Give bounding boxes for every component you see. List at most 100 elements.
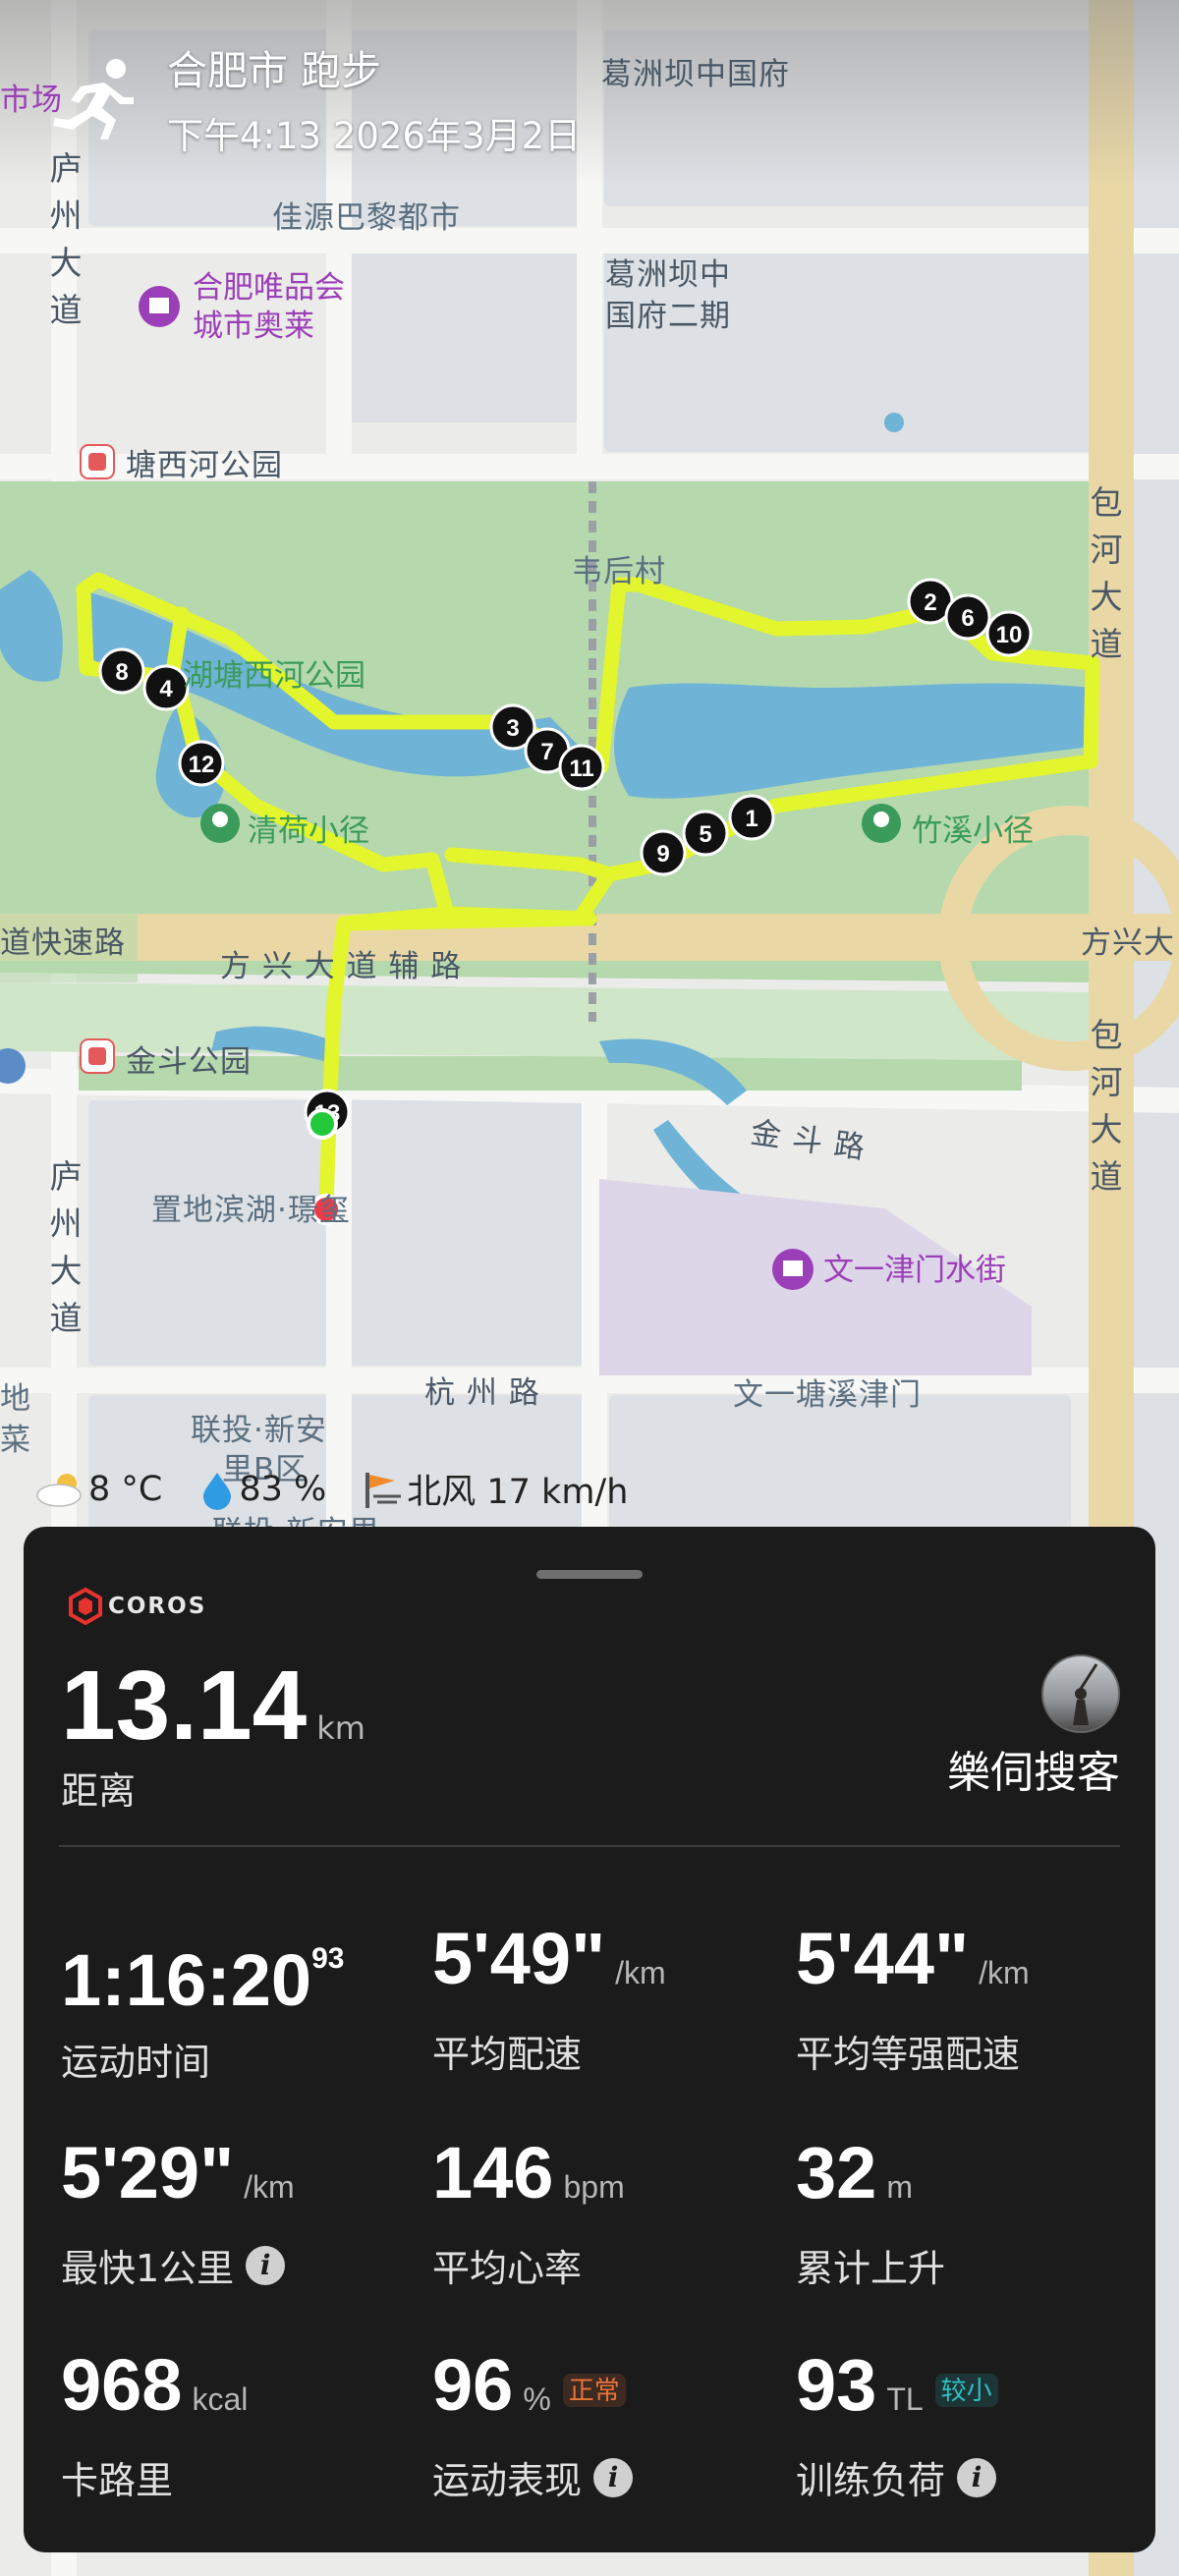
map-label-luzhou-bottom: 庐州大道: [49, 1157, 83, 1337]
map-label-baohe-top: 包河大道: [1090, 483, 1123, 663]
km-marker-5: 5: [682, 810, 729, 857]
stat-fastest-km-label: 最快1公里: [61, 2247, 235, 2290]
stat-avg-grade-pace-label: 平均等强配速: [796, 2033, 1021, 2076]
stat-performance-label: 运动表现: [432, 2459, 583, 2502]
stat-fastest-km-value: 5'29": [61, 2132, 235, 2213]
svg-text:2: 2: [924, 589, 936, 616]
map-label-fangxing-aux: 方 兴 大 道 辅 路: [220, 949, 463, 984]
map-label-luzhou-top: 庐州大道: [49, 149, 83, 329]
divider: [59, 1845, 1120, 1847]
map-label-jiayuan: 佳源巴黎都市: [272, 200, 461, 236]
stat-duration-centiseconds: 93: [311, 1942, 345, 1975]
start-marker: [307, 1108, 338, 1140]
stat-calories-value: 968: [61, 2344, 183, 2426]
distance-block: 13.14 km: [61, 1654, 365, 1757]
map-label-zhuxi: 竹溪小径: [912, 813, 1034, 849]
humidity-icon: [203, 1472, 232, 1510]
stat-duration: 1:16:2093 运动时间: [61, 1920, 344, 2086]
stat-elevation-gain-unit: m: [886, 2169, 913, 2205]
km-marker-4: 4: [142, 664, 190, 711]
stat-avg-grade-pace-value: 5'44": [796, 1918, 970, 1999]
info-icon[interactable]: i: [246, 2245, 286, 2285]
stat-calories: 968 kcal 卡路里: [61, 2346, 248, 2504]
distance-unit: km: [316, 1709, 365, 1747]
activity-summary-panel: COROS 13.14 km 距离 樂伺搜客 1:16:2093 运动时间 5'4…: [24, 1527, 1155, 2552]
svg-text:1: 1: [745, 806, 758, 832]
stat-duration-label: 运动时间: [61, 2041, 211, 2084]
km-marker-9: 9: [640, 829, 687, 876]
svg-text:12: 12: [189, 752, 215, 778]
map-label-wenyi-jinmen: 文一津门水街: [823, 1253, 1006, 1288]
map-label-zhidi: 置地滨湖·璟玺: [151, 1193, 351, 1228]
stat-training-load-value: 93: [796, 2344, 877, 2426]
stat-performance: 96% 正常 运动表现 i: [432, 2346, 634, 2504]
stat-avg-hr-value: 146: [432, 2132, 554, 2213]
performance-badge: 正常: [562, 2374, 626, 2408]
coros-logo-icon: [69, 1588, 102, 1625]
map-label-gezhouba2-line2: 国府二期: [605, 299, 731, 334]
km-marker-6: 6: [944, 593, 991, 641]
stat-avg-pace-label: 平均配速: [432, 2033, 583, 2076]
stat-training-load-label: 训练负荷: [796, 2459, 946, 2502]
map-label-wenyi-tangxi: 文一塘溪津门: [733, 1377, 922, 1413]
weather-wind: 北风 17 km/h: [407, 1473, 629, 1512]
user-avatar[interactable]: [1041, 1654, 1120, 1733]
activity-datetime: 下午4:13 2026年3月2日: [167, 115, 582, 157]
svg-text:9: 9: [656, 841, 669, 868]
distance-value: 13.14: [61, 1651, 308, 1761]
svg-text:4: 4: [159, 676, 173, 702]
km-marker-8: 8: [98, 647, 145, 695]
stat-training-load: 93 TL 较小 训练负荷 i: [796, 2346, 998, 2504]
km-marker-10: 10: [985, 610, 1033, 657]
map-label-hangzhou-road: 杭 州 路: [424, 1375, 540, 1411]
avatar-icon: [1073, 1663, 1098, 1725]
wind-icon: [365, 1472, 402, 1508]
runner-icon: [53, 59, 134, 140]
map-label-weihoucun: 韦后村: [572, 554, 666, 589]
stat-training-load-unit: TL: [886, 2381, 924, 2417]
map-label-vip-line2: 城市奥莱: [193, 308, 314, 344]
map-label-vip-line1: 合肥唯品会: [193, 270, 345, 306]
svg-text:7: 7: [540, 739, 553, 765]
stat-avg-pace-value: 5'49": [432, 1918, 606, 1999]
map-label-park-lake: 湖塘西河公园: [183, 658, 365, 694]
svg-text:11: 11: [569, 756, 593, 782]
map-label-gezhouba2-line1: 葛洲坝中: [605, 257, 731, 293]
stat-fastest-km-unit: /km: [244, 2169, 295, 2205]
stat-elevation-gain-value: 32: [796, 2132, 877, 2213]
distance-label: 距离: [61, 1769, 137, 1813]
stat-fastest-km: 5'29"/km 最快1公里 i: [61, 2134, 295, 2292]
map-label-fangxing-right: 方兴大: [1081, 925, 1175, 961]
km-marker-1: 1: [728, 794, 775, 841]
info-icon[interactable]: i: [593, 2457, 634, 2497]
km-marker-11: 11: [558, 744, 605, 791]
stat-avg-hr-label: 平均心率: [432, 2247, 583, 2290]
map-label-left-di: 地: [0, 1381, 31, 1417]
stat-duration-value: 1:16:20: [61, 1939, 312, 2021]
stat-avg-grade-pace-unit: /km: [979, 1955, 1030, 1990]
training-load-badge: 较小: [934, 2374, 998, 2408]
svg-text:3: 3: [506, 715, 519, 742]
map-label-qinghe: 清荷小径: [248, 813, 369, 849]
stat-elevation-gain: 32 m 累计上升: [796, 2134, 945, 2292]
svg-text:6: 6: [961, 605, 974, 632]
map-label-left-cai: 菜: [0, 1423, 31, 1458]
stat-avg-pace: 5'49" /km 平均配速: [432, 1920, 666, 2078]
svg-text:5: 5: [699, 821, 711, 848]
km-marker-12: 12: [178, 740, 225, 787]
stat-elevation-gain-label: 累计上升: [796, 2247, 946, 2290]
drag-handle[interactable]: [536, 1570, 643, 1579]
map-label-jindou-park: 金斗公园: [126, 1044, 252, 1080]
info-icon[interactable]: i: [957, 2457, 997, 2497]
stat-avg-hr: 146 bpm 平均心率: [432, 2134, 625, 2292]
map-label-baohe-bottom: 包河大道: [1090, 1016, 1123, 1196]
brand-name: COROS: [108, 1594, 207, 1619]
weather-humidity: 83 %: [239, 1469, 327, 1509]
cloudy-icon: [36, 1473, 82, 1507]
stat-calories-label: 卡路里: [61, 2459, 174, 2502]
username[interactable]: 樂伺搜客: [947, 1737, 1120, 1800]
svg-text:8: 8: [115, 659, 128, 686]
svg-text:10: 10: [996, 622, 1023, 648]
stat-avg-hr-unit: bpm: [563, 2169, 625, 2205]
stat-avg-pace-unit: /km: [615, 1955, 666, 1990]
